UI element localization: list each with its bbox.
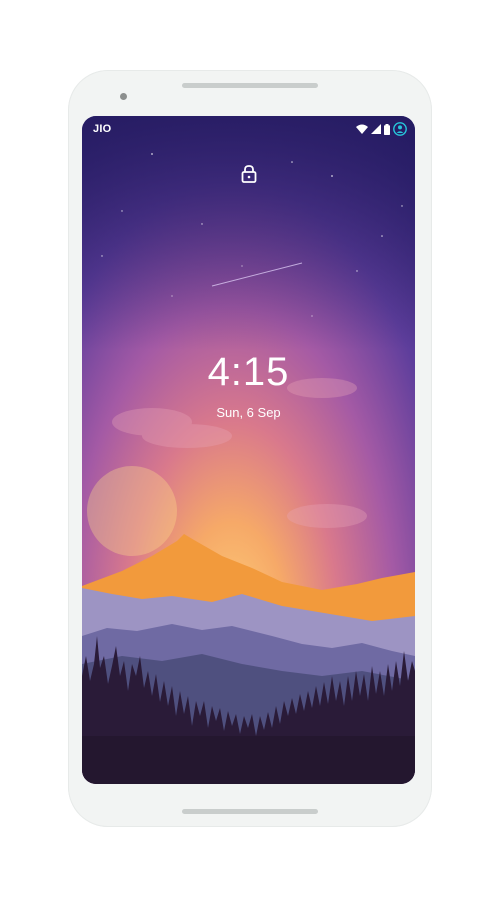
bottom-speaker	[182, 809, 318, 814]
carrier-label: JIO	[93, 123, 112, 135]
lock-screen-clock: 4:15	[207, 350, 290, 394]
wifi-icon	[356, 124, 368, 134]
lock-screen[interactable]: JIO 4:15 Sun, 6 Sep	[82, 116, 415, 784]
status-bar: JIO	[82, 116, 415, 142]
user-icon[interactable]	[393, 122, 407, 136]
status-icons	[356, 121, 407, 137]
wallpaper	[82, 116, 415, 784]
front-camera	[120, 93, 127, 100]
lock-screen-date: Sun, 6 Sep	[216, 405, 281, 420]
lock-icon[interactable]	[238, 163, 260, 185]
earpiece-speaker	[182, 83, 318, 88]
signal-icon	[371, 124, 381, 134]
battery-icon	[384, 123, 390, 135]
